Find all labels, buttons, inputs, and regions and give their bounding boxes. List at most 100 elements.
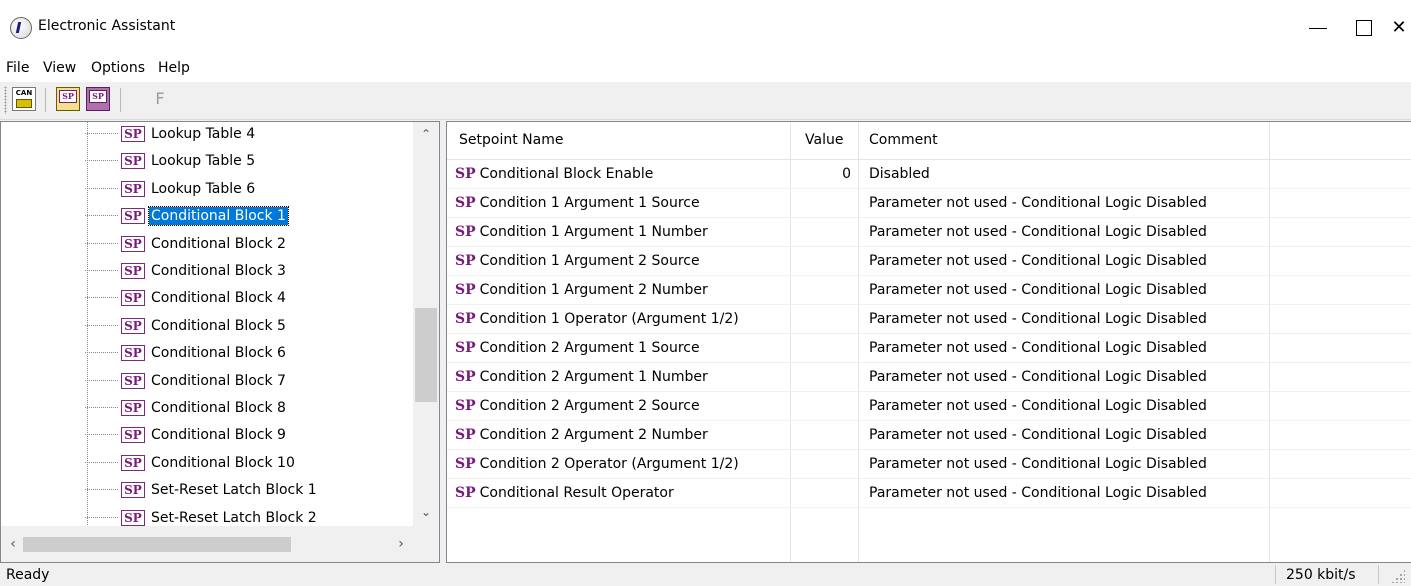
column-header-comment[interactable]: Comment <box>869 132 938 148</box>
scroll-left-icon[interactable]: ‹ <box>3 534 23 554</box>
tree-item[interactable]: SP Lookup Table 4 <box>85 122 257 146</box>
flash-button[interactable]: F <box>148 87 172 111</box>
list-row[interactable]: SP Condition 1 Argument 2 Source Parameter… <box>447 247 1411 276</box>
setpoint-icon: SP <box>455 427 476 443</box>
list-row[interactable]: SP Condition 1 Operator (Argument 1/2) Par… <box>447 305 1411 334</box>
setpoint-group-icon: SP <box>121 345 145 362</box>
open-setpoint-button[interactable] <box>56 87 80 111</box>
setpoint-group-icon: SP <box>121 400 145 416</box>
tree-item-label: Conditional Block 8 <box>151 400 286 416</box>
tree-item[interactable]: SP Conditional Block 1 <box>85 204 289 228</box>
tree-item[interactable]: SP Lookup Table 5 <box>85 149 257 173</box>
setpoint-name: Condition 2 Argument 2 Source <box>479 398 700 414</box>
tree-connector <box>85 407 118 408</box>
menu-options[interactable]: Options <box>91 60 145 76</box>
toolbar-grip[interactable] <box>4 86 7 114</box>
baud-rate: 250 kbit/s <box>1286 567 1356 583</box>
setpoint-group-icon: SP <box>121 180 145 197</box>
column-header-value[interactable]: Value <box>805 132 843 148</box>
scroll-up-icon[interactable]: ⌃ <box>413 124 439 144</box>
tree-connector <box>85 133 118 134</box>
setpoint-comment-cell: Parameter not used - Conditional Logic D… <box>869 340 1207 356</box>
setpoint-name-cell: SP Conditional Result Operator <box>455 485 674 501</box>
tree-item[interactable]: SP Conditional Block 8 <box>85 396 288 420</box>
tree-connector <box>85 215 118 217</box>
tree-item-label: Conditional Block 3 <box>151 263 286 279</box>
menu-file[interactable]: File <box>6 60 29 76</box>
setpoint-name-cell: SP Condition 1 Operator (Argument 1/2) <box>455 311 739 327</box>
setpoint-list[interactable]: Setpoint Name Value Comment SP Conditiona… <box>446 121 1411 563</box>
tree-item[interactable]: SP Conditional Block 6 <box>85 341 288 365</box>
setpoint-group-icon: SP <box>121 208 145 225</box>
tree-item[interactable]: SP Conditional Block 4 <box>85 286 288 310</box>
tree-item[interactable]: SP Conditional Block 7 <box>85 369 288 393</box>
setpoint-name: Condition 1 Argument 2 Number <box>479 282 708 298</box>
list-row[interactable]: SP Condition 2 Argument 2 Source Parameter… <box>447 392 1411 421</box>
setpoint-comment-cell: Parameter not used - Conditional Logic D… <box>869 398 1207 414</box>
close-icon: ✕ <box>1391 17 1407 38</box>
setpoint-name-cell: SP Condition 2 Argument 1 Number <box>455 369 708 385</box>
list-row[interactable]: SP Condition 2 Operator (Argument 1/2) Par… <box>447 450 1411 479</box>
tree-item-label: Lookup Table 5 <box>151 153 256 170</box>
setpoint-name: Condition 1 Argument 1 Number <box>479 224 708 240</box>
tree-connector <box>85 242 118 244</box>
can-connect-button[interactable]: CAN <box>12 87 36 111</box>
save-setpoint-button[interactable] <box>86 87 110 111</box>
setpoint-icon: SP <box>455 282 476 298</box>
minimize-button[interactable] <box>1295 0 1341 55</box>
setpoint-icon: SP <box>455 369 476 385</box>
column-header-setpoint-name[interactable]: Setpoint Name <box>459 132 563 148</box>
horizontal-scroll-thumb[interactable] <box>23 537 291 552</box>
tree-item-label: Lookup Table 6 <box>151 180 256 197</box>
setpoint-name-cell: SP Condition 2 Argument 1 Source <box>455 340 700 356</box>
list-row[interactable]: SP Conditional Block Enable 0 Disabled <box>447 160 1411 189</box>
list-row[interactable]: SP Condition 1 Argument 2 Number Parameter… <box>447 276 1411 305</box>
setpoint-name: Conditional Block Enable <box>479 166 654 182</box>
setpoint-name: Condition 1 Argument 1 Source <box>479 195 700 211</box>
tree-item-label: Conditional Block 10 <box>151 454 295 471</box>
setpoint-name-cell: SP Condition 1 Argument 2 Source <box>455 253 700 269</box>
menu-view[interactable]: View <box>43 60 76 76</box>
list-row[interactable]: SP Condition 2 Argument 2 Number Parameter… <box>447 421 1411 450</box>
tree-horizontal-scrollbar[interactable]: ‹ › <box>1 526 413 562</box>
close-button[interactable]: ✕ <box>1387 0 1411 55</box>
setpoint-comment-cell: Parameter not used - Conditional Logic D… <box>869 253 1207 269</box>
tree-view[interactable]: SP Lookup Table 4 SP Lookup Table 5 SP Lookup… <box>0 121 440 563</box>
tree-item[interactable]: SP Conditional Block 3 <box>85 259 288 283</box>
tree-item[interactable]: SP Conditional Block 5 <box>85 314 288 338</box>
toolbar-separator <box>120 88 121 112</box>
setpoint-name: Condition 2 Argument 2 Number <box>479 427 708 443</box>
setpoint-name: Condition 1 Argument 2 Source <box>479 253 700 269</box>
setpoint-group-icon: SP <box>121 290 145 307</box>
tree-item[interactable]: SP Conditional Block 10 <box>85 451 297 475</box>
tree-connector <box>85 352 118 354</box>
row-gridline <box>447 507 1411 508</box>
setpoint-icon: SP <box>455 456 476 472</box>
setpoint-group-icon: SP <box>121 235 145 252</box>
tree-item[interactable]: SP Set-Reset Latch Block 1 <box>85 478 319 502</box>
scroll-right-icon[interactable]: › <box>391 534 411 554</box>
setpoint-comment-cell: Parameter not used - Conditional Logic D… <box>869 427 1207 443</box>
setpoint-group-icon: SP <box>121 153 145 170</box>
resize-grip-icon[interactable] <box>1391 569 1405 583</box>
list-row[interactable]: SP Condition 1 Argument 1 Number Parameter… <box>447 218 1411 247</box>
tree-item[interactable]: SP Lookup Table 6 <box>85 177 257 201</box>
list-row[interactable]: SP Conditional Result Operator Parameter n… <box>447 479 1411 508</box>
scroll-down-icon[interactable]: ⌄ <box>413 502 439 522</box>
tree-vertical-scrollbar[interactable]: ⌃ ⌄ <box>413 122 439 526</box>
menu-bar: File View Options Help <box>0 55 1411 82</box>
setpoint-comment-cell: Parameter not used - Conditional Logic D… <box>869 456 1207 472</box>
tree-item-label: Conditional Block 6 <box>151 345 286 362</box>
tree-item[interactable]: SP Set-Reset Latch Block 2 <box>85 506 319 526</box>
tree-item[interactable]: SP Conditional Block 9 <box>85 423 288 447</box>
vertical-scroll-thumb[interactable] <box>415 308 437 402</box>
menu-help[interactable]: Help <box>158 60 190 76</box>
list-row[interactable]: SP Condition 2 Argument 1 Number Parameter… <box>447 363 1411 392</box>
setpoint-group-icon: SP <box>121 454 145 471</box>
tree-item-label: Conditional Block 9 <box>151 427 286 444</box>
setpoint-group-icon: SP <box>121 427 145 444</box>
list-row[interactable]: SP Condition 2 Argument 1 Source Parameter… <box>447 334 1411 363</box>
list-row[interactable]: SP Condition 1 Argument 1 Source Parameter… <box>447 189 1411 218</box>
tree-item[interactable]: SP Conditional Block 2 <box>85 232 288 256</box>
maximize-button[interactable] <box>1341 0 1387 55</box>
